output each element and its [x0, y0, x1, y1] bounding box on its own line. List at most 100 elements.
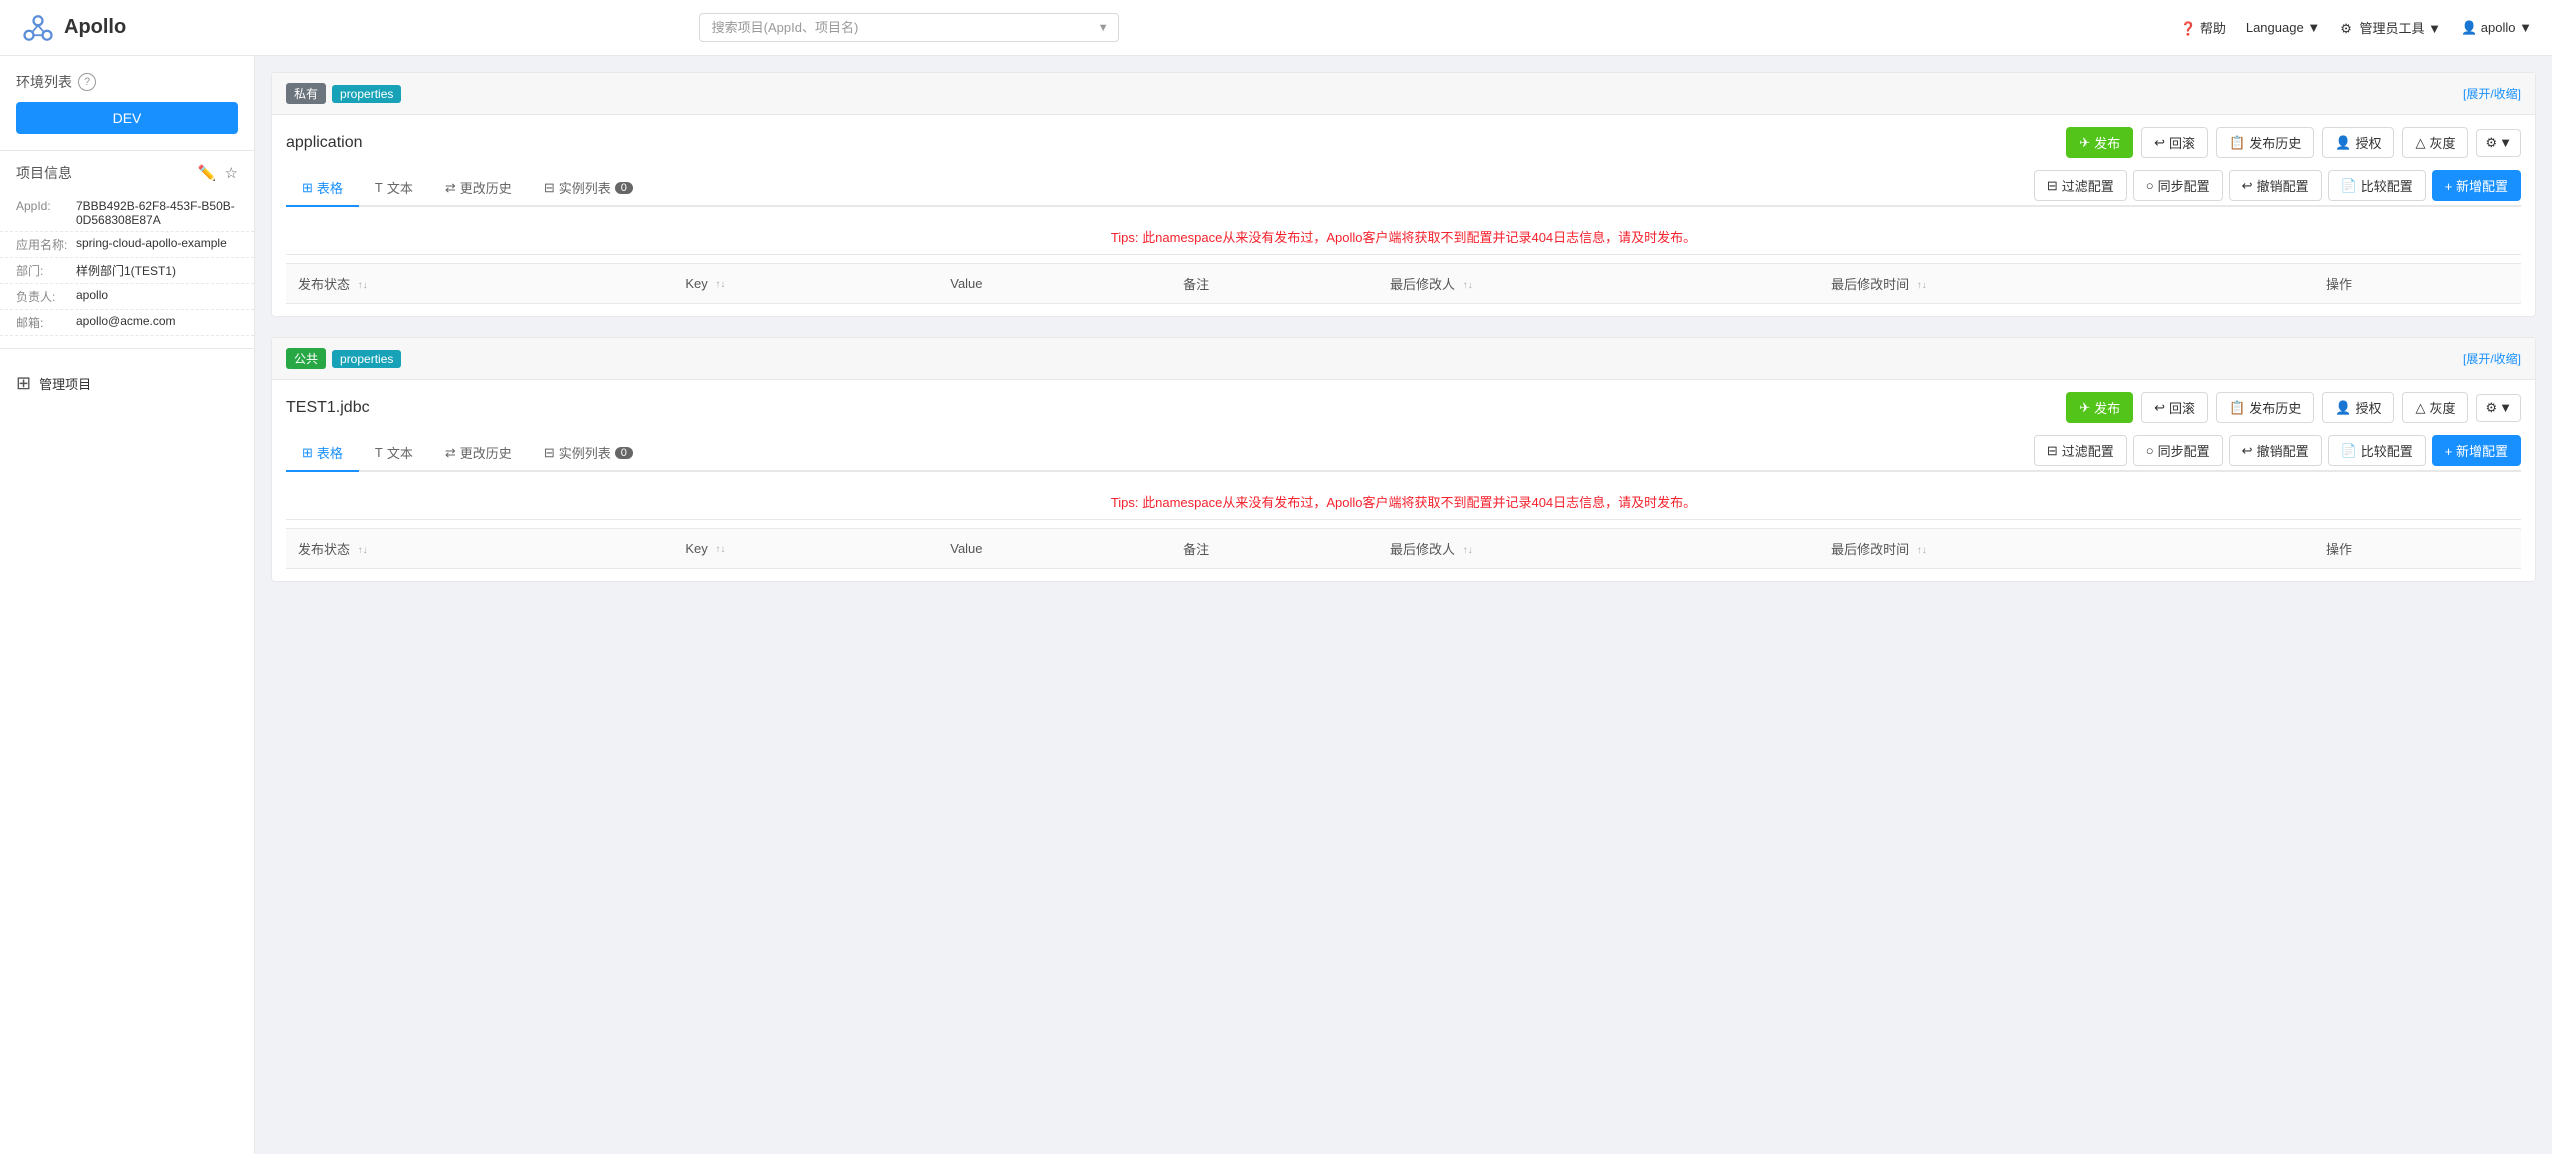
gray-icon: △: [2415, 135, 2425, 151]
ns1-expand-link[interactable]: [展开/收缩]: [2463, 85, 2521, 102]
ns2-auth-button[interactable]: 👤 授权: [2322, 392, 2394, 423]
ns2-tab-instances[interactable]: ⊟ 实例列表 0: [528, 435, 649, 472]
ns1-type-badge: properties: [332, 85, 401, 103]
ns1-tab-history[interactable]: ⇄ 更改历史: [429, 170, 528, 207]
ns2-tab-history[interactable]: ⇄ 更改历史: [429, 435, 528, 472]
ns1-body: application ✈ 发布 ↩ 回滚 📋 发布历史: [272, 115, 2535, 316]
ns1-add-button[interactable]: + 新增配置: [2432, 170, 2521, 201]
ns2-key-sort-icon[interactable]: ↑↓: [715, 545, 725, 555]
manage-project-label: 管理项目: [39, 374, 91, 393]
ns1-table: 发布状态 ↑↓ Key ↑↓ Value 备注 最后修改人 ↑↓: [286, 263, 2521, 304]
ns2-cancel-icon: ↩: [2242, 443, 2253, 459]
ns1-tabs: ⊞ 表格 T 文本 ⇄ 更改历史 ⊟ 实例列表: [286, 170, 649, 205]
ns1-cancel-button[interactable]: ↩ 撤销配置: [2229, 170, 2322, 201]
manage-project-icon: ⊞: [16, 373, 31, 394]
ns1-tab-action-row: ⊞ 表格 T 文本 ⇄ 更改历史 ⊟ 实例列表: [286, 170, 2521, 207]
star-icon[interactable]: ☆: [225, 164, 238, 182]
ns1-gray-button[interactable]: △ 灰度: [2402, 127, 2468, 158]
ns2-sync-button[interactable]: ○ 同步配置: [2133, 435, 2223, 466]
project-info-actions: ✏️ ☆: [198, 164, 238, 182]
env-section: 环境列表 ? DEV: [0, 72, 254, 134]
ns2-tab-action-row: ⊞ 表格 T 文本 ⇄ 更改历史 ⊟ 实例列表: [286, 435, 2521, 472]
ns1-tab-table[interactable]: ⊞ 表格: [286, 170, 359, 207]
edit-icon[interactable]: ✏️: [198, 164, 217, 182]
ns1-compare-button[interactable]: 📄 比较配置: [2328, 170, 2426, 201]
instances-icon: ⊟: [544, 180, 555, 196]
dept-label: 部门:: [16, 262, 76, 279]
project-info-header: 项目信息 ✏️ ☆: [0, 163, 254, 183]
ns1-header: 私有 properties [展开/收缩]: [272, 73, 2535, 115]
ns2-col-note: 备注: [1171, 529, 1378, 569]
env-help-icon[interactable]: ?: [78, 73, 96, 91]
ns2-modifier-sort-icon[interactable]: ↑↓: [1463, 546, 1473, 556]
ns2-tab-text[interactable]: T 文本: [359, 435, 429, 472]
email-value: apollo@acme.com: [76, 314, 176, 331]
ns1-gear-icon: ⚙: [2485, 135, 2497, 151]
ns2-compare-button[interactable]: 📄 比较配置: [2328, 435, 2426, 466]
email-label: 邮箱:: [16, 314, 76, 331]
manage-project-item[interactable]: ⊞ 管理项目: [0, 361, 254, 406]
dept-value: 样例部门1(TEST1): [76, 262, 176, 279]
rollback-icon: ↩: [2154, 135, 2165, 151]
ns2-add-button[interactable]: + 新增配置: [2432, 435, 2521, 466]
time-sort-icon[interactable]: ↑↓: [1917, 281, 1927, 291]
app-name-value: spring-cloud-apollo-example: [76, 236, 227, 253]
language-arrow-icon: ▼: [2307, 20, 2320, 35]
env-list-label: 环境列表 ?: [16, 72, 238, 92]
owner-value: apollo: [76, 288, 108, 305]
language-dropdown[interactable]: Language ▼: [2246, 20, 2320, 35]
ns1-publish-button[interactable]: ✈ 发布: [2066, 127, 2133, 158]
search-input[interactable]: 搜索项目(AppId、项目名): [699, 13, 1119, 42]
ns1-filter-button[interactable]: ⊟ 过滤配置: [2034, 170, 2127, 201]
ns1-gear-arrow: ▼: [2499, 135, 2512, 150]
ns1-actions: ✈ 发布 ↩ 回滚 📋 发布历史 👤 授权: [2066, 127, 2521, 158]
text-icon: T: [375, 180, 383, 195]
ns2-gray-button[interactable]: △ 灰度: [2402, 392, 2468, 423]
admin-arrow-icon: ▼: [2428, 21, 2441, 36]
ns2-gear-button[interactable]: ⚙ ▼: [2476, 394, 2521, 422]
help-link[interactable]: ❓ 帮助: [2180, 18, 2226, 37]
filter-icon: ⊟: [2047, 178, 2058, 194]
status-sort-icon[interactable]: ↑↓: [358, 281, 368, 291]
ns1-gear-button[interactable]: ⚙ ▼: [2476, 129, 2521, 157]
admin-tools-dropdown[interactable]: ⚙ 管理员工具 ▼: [2340, 18, 2441, 37]
ns1-auth-button[interactable]: 👤 授权: [2322, 127, 2394, 158]
ns2-col-status: 发布状态 ↑↓: [286, 529, 673, 569]
user-dropdown[interactable]: 👤 apollo ▼: [2461, 20, 2532, 36]
ns1-history-button[interactable]: 📋 发布历史: [2216, 127, 2314, 158]
ns2-status-sort-icon[interactable]: ↑↓: [358, 546, 368, 556]
ns1-title: application: [286, 134, 2066, 152]
ns2-time-sort-icon[interactable]: ↑↓: [1917, 546, 1927, 556]
ns2-publish-button[interactable]: ✈ 发布: [2066, 392, 2133, 423]
key-sort-icon[interactable]: ↑↓: [715, 280, 725, 290]
ns2-cancel-button[interactable]: ↩ 撤销配置: [2229, 435, 2322, 466]
ns1-tab-text[interactable]: T 文本: [359, 170, 429, 207]
ns2-type-badge: properties: [332, 350, 401, 368]
table-icon: ⊞: [302, 180, 313, 196]
modifier-sort-icon[interactable]: ↑↓: [1463, 281, 1473, 291]
ns1-tab-instances[interactable]: ⊟ 实例列表 0: [528, 170, 649, 207]
ns2-filter-button[interactable]: ⊟ 过滤配置: [2034, 435, 2127, 466]
ns1-tips: Tips: 此namespace从来没有发布过，Apollo客户端将获取不到配置…: [286, 219, 2521, 255]
layout: 环境列表 ? DEV 项目信息 ✏️ ☆ AppId: 7BBB492B-62F…: [0, 56, 2552, 1154]
ns2-col-value: Value: [938, 529, 1171, 569]
ns1-rollback-button[interactable]: ↩ 回滚: [2141, 127, 2208, 158]
ns2-action-buttons: ⊟ 过滤配置 ○ 同步配置 ↩ 撤销配置 📄: [2034, 435, 2521, 470]
compare-icon: 📄: [2341, 178, 2357, 194]
history-tab-icon: ⇄: [445, 180, 456, 196]
publish-plane-icon: ✈: [2079, 135, 2090, 151]
ns2-table: 发布状态 ↑↓ Key ↑↓ Value 备注 最后修改人 ↑↓: [286, 528, 2521, 569]
ns2-history-button[interactable]: 📋 发布历史: [2216, 392, 2314, 423]
project-info-title: 项目信息: [16, 163, 72, 183]
ns2-table-icon: ⊞: [302, 445, 313, 461]
ns1-col-time: 最后修改时间 ↑↓: [1819, 264, 2314, 304]
history-icon: 📋: [2229, 135, 2245, 151]
ns1-col-key: Key ↑↓: [673, 264, 938, 304]
ns2-expand-link[interactable]: [展开/收缩]: [2463, 350, 2521, 367]
dev-env-button[interactable]: DEV: [16, 102, 238, 134]
user-arrow-icon: ▼: [2519, 20, 2532, 35]
ns1-sync-button[interactable]: ○ 同步配置: [2133, 170, 2223, 201]
ns2-rollback-button[interactable]: ↩ 回滚: [2141, 392, 2208, 423]
ns2-text-icon: T: [375, 445, 383, 460]
ns2-tab-table[interactable]: ⊞ 表格: [286, 435, 359, 472]
